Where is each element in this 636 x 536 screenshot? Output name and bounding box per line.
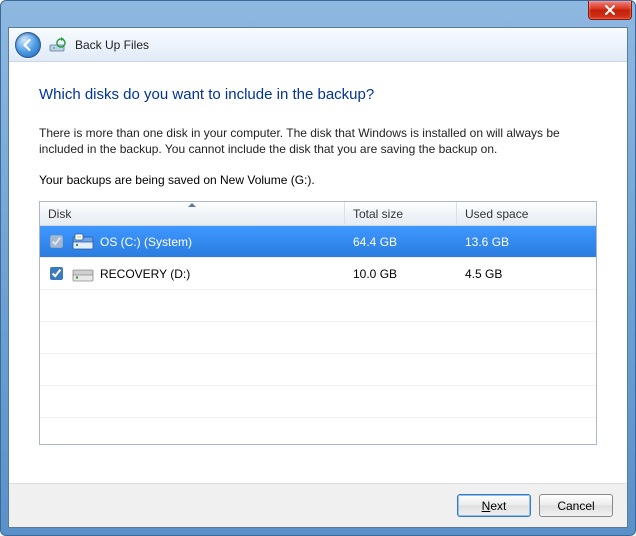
empty-row [40,418,596,444]
cancel-button-label: Cancel [557,499,594,513]
disk-row[interactable]: OS (C:) (System) 64.4 GB 13.6 GB [40,226,596,258]
column-header-total-label: Total size [353,207,403,221]
grid-header: Disk Total size Used space [40,202,596,226]
nav-title: Back Up Files [75,38,149,52]
client-area: Back Up Files Which disks do you want to… [8,27,628,528]
content-pane: Which disks do you want to include in th… [9,62,627,483]
column-header-disk[interactable]: Disk [40,202,345,225]
close-icon [604,5,616,15]
footer: Next Cancel [9,483,627,527]
back-button[interactable] [15,32,41,58]
sort-ascending-icon [188,203,196,207]
disk-used: 4.5 GB [457,267,596,281]
column-header-total[interactable]: Total size [345,202,457,225]
nav-bar: Back Up Files [9,28,627,62]
empty-row [40,354,596,386]
disk-checkbox [50,235,63,248]
empty-row [40,322,596,354]
disk-used: 13.6 GB [457,235,596,249]
next-button[interactable]: Next [457,494,531,517]
disk-checkbox[interactable] [50,267,63,280]
disk-grid: Disk Total size Used space [39,201,597,445]
disk-total: 64.4 GB [345,235,457,249]
column-header-used-label: Used space [465,207,528,221]
titlebar [588,1,632,25]
column-header-disk-label: Disk [48,207,71,221]
drive-icon [72,233,94,251]
empty-row [40,386,596,418]
saved-on-text: Your backups are being saved on New Volu… [39,173,597,187]
empty-row [40,290,596,322]
backup-files-icon [49,36,67,54]
page-heading: Which disks do you want to include in th… [39,86,597,103]
disk-name: OS (C:) (System) [100,235,192,249]
cancel-button[interactable]: Cancel [539,494,613,517]
disk-row[interactable]: RECOVERY (D:) 10.0 GB 4.5 GB [40,258,596,290]
disk-total: 10.0 GB [345,267,457,281]
wizard-window: Back Up Files Which disks do you want to… [0,0,636,536]
grid-body: OS (C:) (System) 64.4 GB 13.6 GB [40,226,596,444]
close-button[interactable] [588,1,632,20]
next-button-label: Next [482,499,507,513]
page-description: There is more than one disk in your comp… [39,125,597,157]
column-header-used[interactable]: Used space [457,202,596,225]
drive-icon [72,265,94,283]
back-arrow-icon [21,38,35,52]
disk-name: RECOVERY (D:) [100,267,190,281]
